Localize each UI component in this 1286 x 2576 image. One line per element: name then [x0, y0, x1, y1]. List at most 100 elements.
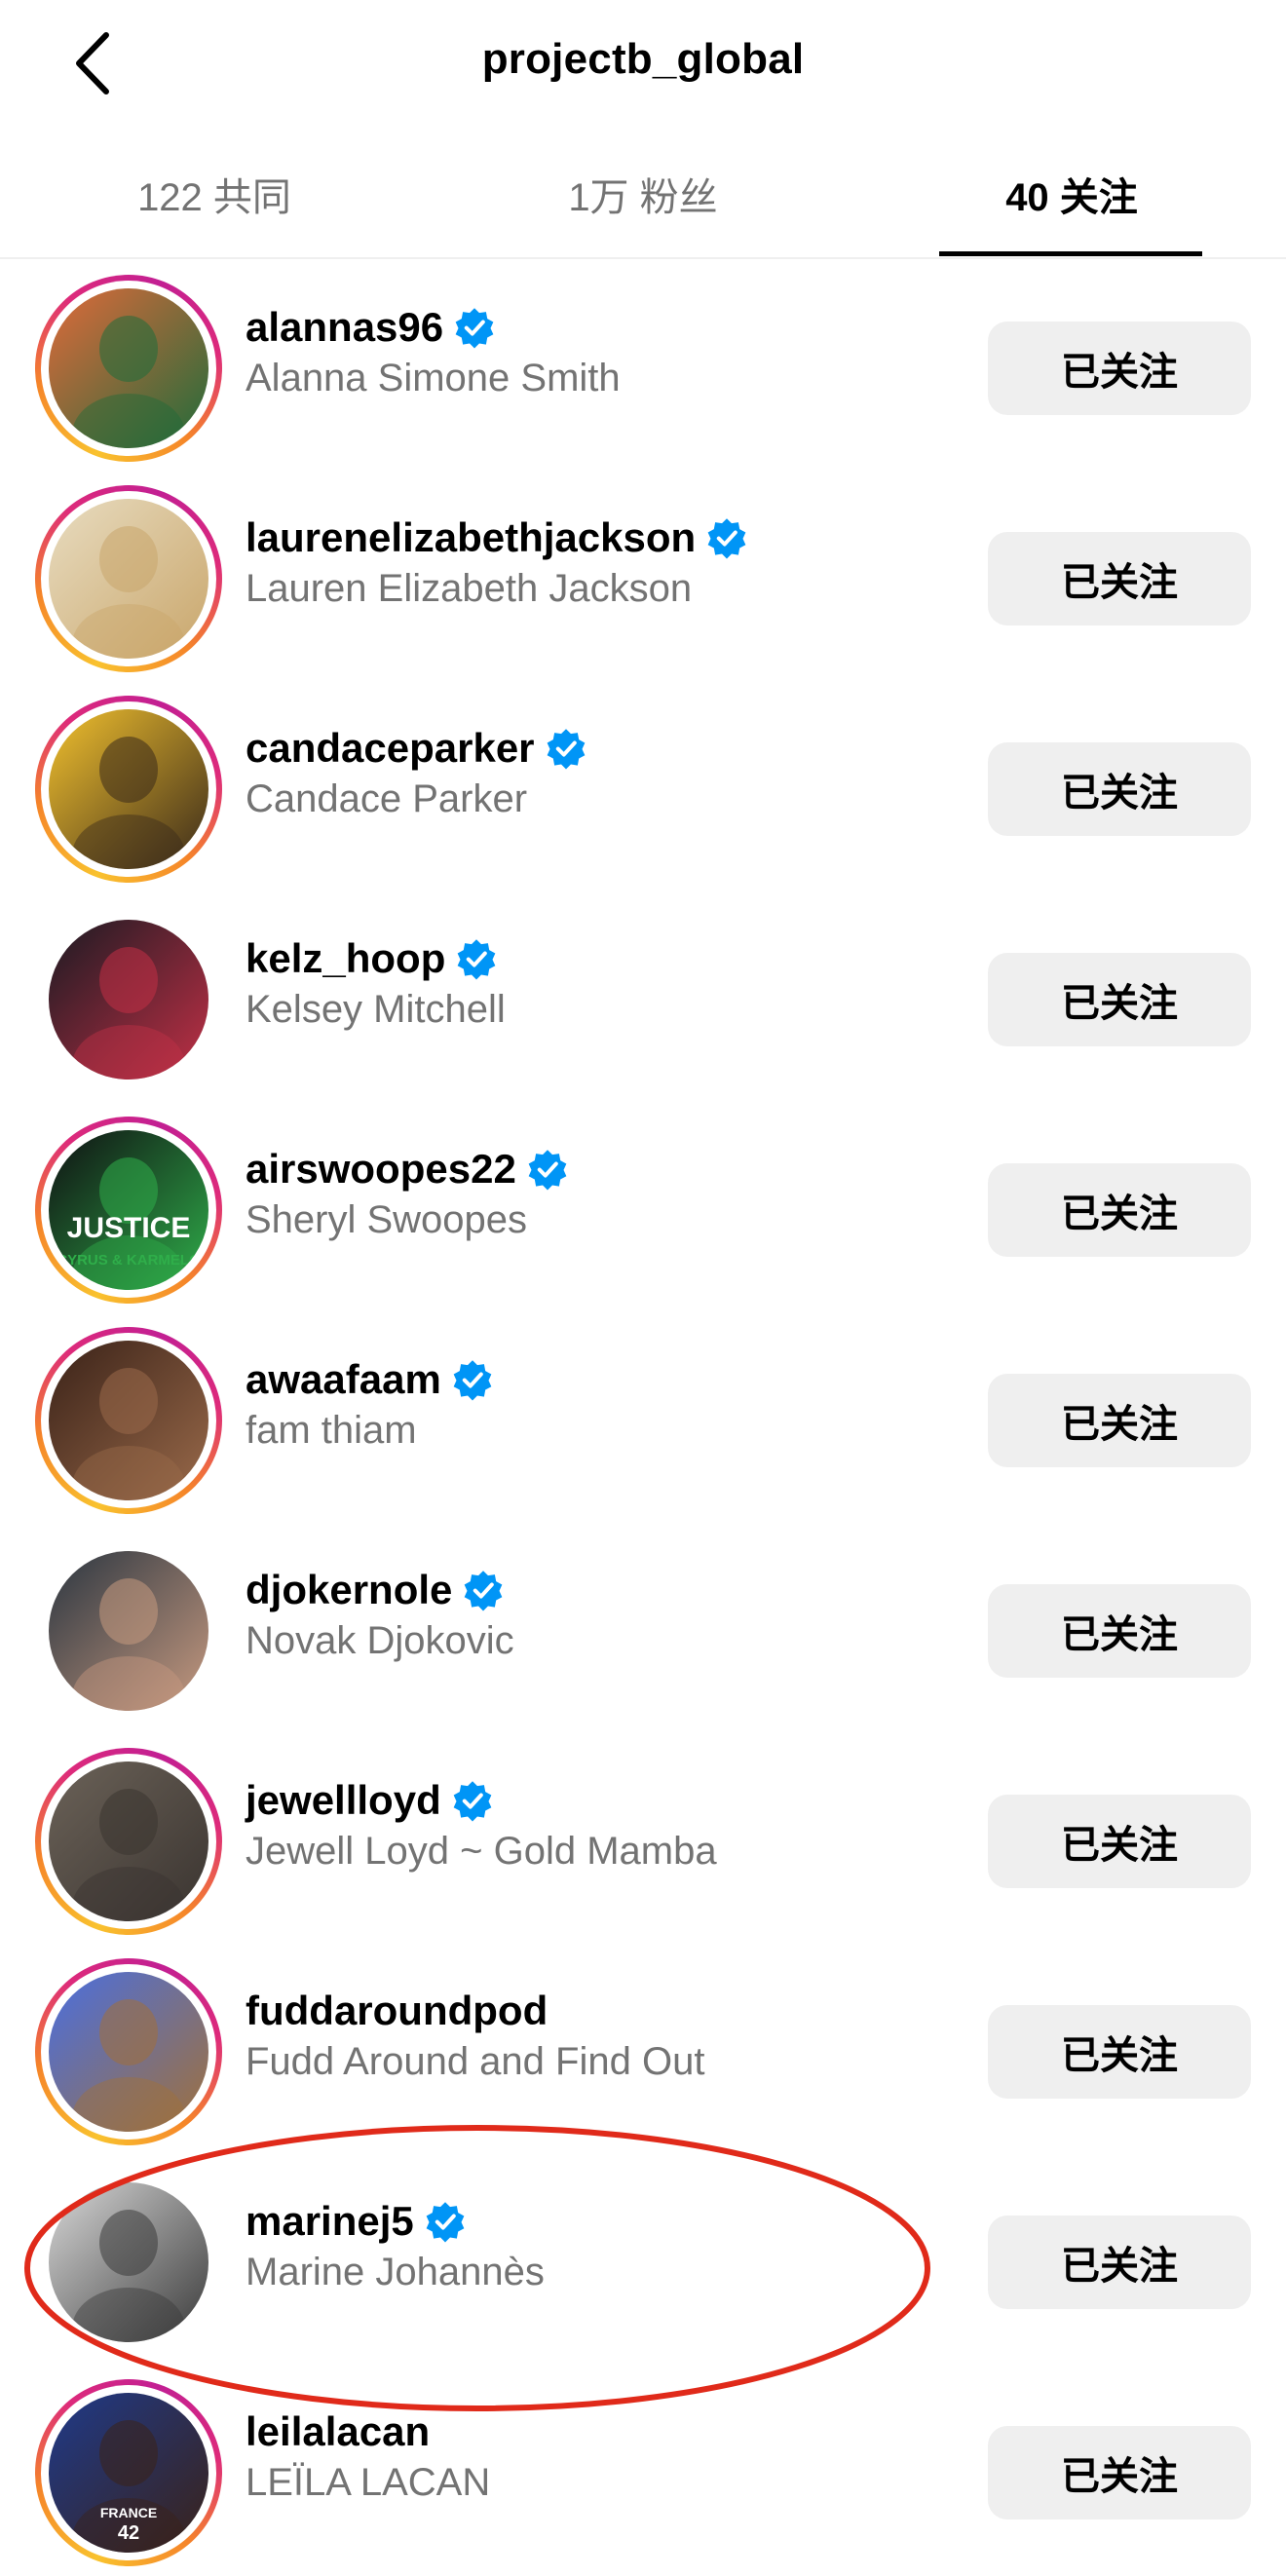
user-info: jewellloyd Jewell Loyd ~ Gold Mamba: [246, 1773, 717, 1874]
username-line: leilalacan: [246, 2405, 490, 2459]
following-button[interactable]: 已关注: [988, 1584, 1251, 1678]
avatar-ring: JUSTICE CYRUS & KARMELO: [41, 1122, 216, 1298]
avatar-image: [49, 288, 208, 448]
avatar[interactable]: [35, 275, 222, 462]
avatar[interactable]: [35, 906, 222, 1093]
full-name: Candace Parker: [246, 777, 528, 820]
following-button[interactable]: 已关注: [988, 742, 1251, 836]
avatar[interactable]: [35, 1748, 222, 1935]
avatar-ring: [41, 1754, 216, 1929]
svg-text:42: 42: [118, 2522, 139, 2544]
username-line: djokernole: [246, 1563, 514, 1617]
verified-badge-icon: [458, 939, 496, 980]
avatar[interactable]: [35, 1537, 222, 1724]
verified-badge-icon: [453, 1360, 492, 1401]
svg-text:JUSTICE: JUSTICE: [67, 1212, 191, 1244]
verified-badge-icon: [426, 2202, 465, 2243]
avatar[interactable]: [35, 485, 222, 672]
list-item[interactable]: JUSTICE CYRUS & KARMELO airswoopes22 Sheryl…: [0, 1103, 1286, 1313]
username[interactable]: kelz_hoop: [246, 935, 445, 982]
following-button[interactable]: 已关注: [988, 322, 1251, 415]
user-info: candaceparker Candace Parker: [246, 721, 587, 821]
page-title: projectb_global: [481, 35, 805, 83]
avatar[interactable]: [35, 696, 222, 883]
username-line: laurenelizabethjackson: [246, 511, 748, 565]
following-button[interactable]: 已关注: [988, 1163, 1251, 1257]
avatar-ring: [41, 281, 216, 456]
username[interactable]: marinej5: [246, 2198, 414, 2245]
verified-badge-icon: [528, 1150, 567, 1191]
username[interactable]: awaafaam: [246, 1356, 441, 1403]
verified-badge-icon: [455, 308, 494, 349]
following-button[interactable]: 已关注: [988, 532, 1251, 625]
avatar[interactable]: JUSTICE CYRUS & KARMELO: [35, 1117, 222, 1304]
list-item[interactable]: marinej5 Marine Johannès 已关注: [0, 2155, 1286, 2366]
username-line: marinej5: [246, 2194, 545, 2249]
svg-text:FRANCE: FRANCE: [100, 2505, 157, 2520]
list-item[interactable]: fuddaroundpod Fudd Around and Find Out 已关注: [0, 1945, 1286, 2155]
full-name: Marine Johannès: [246, 2251, 545, 2293]
list-item[interactable]: laurenelizabethjackson Lauren Elizabeth J…: [0, 472, 1286, 682]
verified-badge-icon: [707, 518, 746, 559]
tab-followers[interactable]: 1万 粉丝: [429, 166, 857, 222]
avatar-ring: [41, 491, 216, 666]
username[interactable]: fuddaroundpod: [246, 1988, 548, 2034]
list-item[interactable]: FRANCE 42 leilalacan LEÏLA LACAN 已关注: [0, 2366, 1286, 2576]
username-line: candaceparker: [246, 721, 587, 776]
username[interactable]: candaceparker: [246, 725, 535, 772]
username-line: awaafaam: [246, 1352, 494, 1407]
username-line: fuddaroundpod: [246, 1984, 704, 2038]
user-info: airswoopes22 Sheryl Swoopes: [246, 1142, 569, 1242]
full-name: fam thiam: [246, 1409, 417, 1452]
following-button[interactable]: 已关注: [988, 2216, 1251, 2309]
following-button[interactable]: 已关注: [988, 953, 1251, 1046]
avatar-ring: [41, 1543, 216, 1719]
avatar-ring: [41, 1333, 216, 1508]
avatar-image: FRANCE 42: [49, 2393, 208, 2553]
full-name: Fudd Around and Find Out: [246, 2040, 705, 2083]
full-name: Sheryl Swoopes: [246, 1198, 528, 1241]
following-button[interactable]: 已关注: [988, 1374, 1251, 1467]
avatar-image: [49, 2182, 208, 2342]
full-name: Novak Djokovic: [246, 1619, 514, 1662]
avatar-ring: FRANCE 42: [41, 2385, 216, 2560]
following-button[interactable]: 已关注: [988, 2426, 1251, 2519]
following-button[interactable]: 已关注: [988, 1795, 1251, 1888]
username[interactable]: laurenelizabethjackson: [246, 514, 696, 561]
tab-bar: 122 共同 1万 粉丝 40 关注: [0, 146, 1286, 259]
username[interactable]: djokernole: [246, 1567, 452, 1613]
avatar[interactable]: FRANCE 42: [35, 2379, 222, 2566]
avatar-image: [49, 1762, 208, 1921]
username-line: alannas96: [246, 300, 621, 355]
username[interactable]: airswoopes22: [246, 1146, 516, 1193]
tab-mutual[interactable]: 122 共同: [0, 166, 429, 222]
verified-badge-icon: [453, 1781, 492, 1822]
tab-following[interactable]: 40 关注: [857, 166, 1286, 222]
username[interactable]: jewellloyd: [246, 1777, 441, 1824]
active-tab-indicator: [939, 251, 1202, 256]
full-name: Kelsey Mitchell: [246, 988, 506, 1031]
avatar-image: [49, 1972, 208, 2132]
username[interactable]: leilalacan: [246, 2408, 430, 2455]
list-item[interactable]: awaafaam fam thiam 已关注: [0, 1313, 1286, 1524]
username[interactable]: alannas96: [246, 304, 443, 351]
avatar-image: JUSTICE CYRUS & KARMELO: [49, 1130, 208, 1290]
avatar[interactable]: [35, 2169, 222, 2356]
list-item[interactable]: kelz_hoop Kelsey Mitchell 已关注: [0, 892, 1286, 1103]
list-item[interactable]: alannas96 Alanna Simone Smith 已关注: [0, 261, 1286, 472]
verified-badge-icon: [465, 1571, 503, 1611]
avatar[interactable]: [35, 1958, 222, 2145]
user-info: kelz_hoop Kelsey Mitchell: [246, 931, 506, 1032]
following-button[interactable]: 已关注: [988, 2005, 1251, 2099]
avatar[interactable]: [35, 1327, 222, 1514]
list-item[interactable]: jewellloyd Jewell Loyd ~ Gold Mamba 已关注: [0, 1734, 1286, 1945]
top-bar: projectb_global: [0, 0, 1286, 132]
user-info: laurenelizabethjackson Lauren Elizabeth J…: [246, 511, 748, 611]
avatar-ring: [41, 1964, 216, 2140]
list-item[interactable]: djokernole Novak Djokovic 已关注: [0, 1524, 1286, 1734]
avatar-image: [49, 499, 208, 659]
svg-text:CYRUS & KARMELO: CYRUS & KARMELO: [57, 1252, 201, 1269]
list-item[interactable]: candaceparker Candace Parker 已关注: [0, 682, 1286, 892]
avatar-image: [49, 709, 208, 869]
username-line: kelz_hoop: [246, 931, 506, 986]
